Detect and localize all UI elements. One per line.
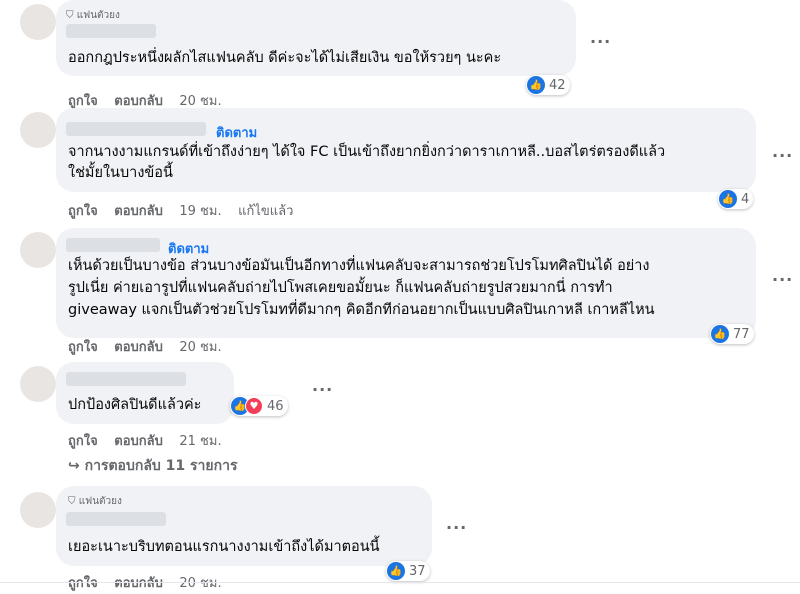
like-button[interactable]: ถูกใจ — [68, 204, 98, 219]
top-fan-badge: ⛉ แฟนตัวยง — [68, 496, 122, 507]
like-reaction-icon: 👍 — [527, 76, 545, 94]
commenter-name[interactable] — [66, 238, 160, 252]
reaction-summary[interactable]: 👍 ♥ 46 — [230, 396, 288, 416]
timestamp[interactable]: 20 ชม. — [179, 576, 221, 591]
reply-button[interactable]: ตอบกลับ — [114, 434, 163, 449]
comment-text: ปกป้องศิลปินดีแล้วค่ะ — [68, 397, 202, 413]
more-options-icon[interactable]: ··· — [312, 380, 333, 399]
top-fan-badge: ⛉ แฟนตัวยง — [66, 10, 120, 21]
like-reaction-icon: 👍 — [711, 325, 729, 343]
comment-actions: ถูกใจ ตอบกลับ 21 ชม. — [68, 430, 234, 451]
comment-text-line: รูปเนี่ย ค่ายเอารูปที่แฟนคลับถ่ายไปโพสเค… — [68, 280, 613, 296]
reaction-count: 42 — [549, 77, 566, 93]
comment-actions: ถูกใจ ตอบกลับ 19 ชม. แก้ไขแล้ว — [68, 200, 305, 221]
more-options-icon[interactable]: ··· — [446, 518, 467, 537]
view-replies-link[interactable]: ↪ การตอบกลับ 11 รายการ — [68, 455, 237, 477]
reaction-summary[interactable]: 👍 4 — [718, 189, 754, 209]
comment-text: ออกกฎประหนึ่งผลักไสแฟนคลับ ดีค่ะจะได้ไม่… — [68, 50, 502, 66]
like-button[interactable]: ถูกใจ — [68, 434, 98, 449]
timestamp[interactable]: 21 ชม. — [179, 434, 221, 449]
reaction-count: 37 — [409, 563, 426, 579]
more-options-icon[interactable]: ··· — [772, 146, 793, 165]
comment-text-line: giveaway แจกเป็นตัวช่วยโปรโมทที่ดีมากๆ ค… — [68, 302, 655, 318]
reaction-count: 46 — [267, 398, 284, 414]
like-button[interactable]: ถูกใจ — [68, 340, 98, 355]
follow-link[interactable]: ติดตาม — [216, 122, 257, 143]
reaction-count: 77 — [733, 326, 750, 342]
reply-button[interactable]: ตอบกลับ — [114, 340, 163, 355]
avatar[interactable] — [20, 112, 56, 148]
reaction-summary[interactable]: 👍 77 — [710, 324, 754, 344]
comment-text-line: ใช่มั้ยในบางข้อนี้ — [68, 165, 173, 181]
reaction-count: 4 — [741, 191, 750, 207]
like-reaction-icon: 👍 — [719, 190, 737, 208]
like-button[interactable]: ถูกใจ — [68, 576, 98, 591]
commenter-name[interactable] — [66, 24, 156, 38]
comment-text-line: จากนางงามแกรนด์ที่เข้าถึงง่ายๆ ได้ใจ FC … — [68, 144, 666, 160]
comment-actions: ถูกใจ ตอบกลับ 20 ชม. — [68, 336, 234, 357]
edited-label: แก้ไขแล้ว — [238, 204, 294, 219]
more-options-icon[interactable]: ··· — [772, 270, 793, 289]
reaction-summary[interactable]: 👍 42 — [526, 75, 570, 95]
timestamp[interactable]: 20 ชม. — [179, 94, 221, 109]
commenter-name[interactable] — [66, 372, 186, 386]
timestamp[interactable]: 19 ชม. — [179, 204, 221, 219]
like-button[interactable]: ถูกใจ — [68, 94, 98, 109]
reaction-summary[interactable]: 👍 37 — [386, 561, 430, 581]
comment-text-line: เห็นด้วยเป็นบางข้อ ส่วนบางข้อมันเป็นอีกท… — [68, 258, 650, 274]
top-fan-badge-icon: ⛉ — [68, 496, 76, 507]
love-reaction-icon: ♥ — [245, 397, 263, 415]
reply-button[interactable]: ตอบกลับ — [114, 204, 163, 219]
avatar[interactable] — [20, 366, 56, 402]
avatar[interactable] — [20, 4, 56, 40]
reply-button[interactable]: ตอบกลับ — [114, 576, 163, 591]
avatar[interactable] — [20, 492, 56, 528]
comment-text: เยอะเนาะบริบทตอนแรกนางงามเข้าถึงได้มาตอน… — [68, 539, 380, 555]
like-reaction-icon: 👍 — [387, 562, 405, 580]
commenter-name[interactable] — [66, 122, 206, 136]
avatar[interactable] — [20, 232, 56, 268]
timestamp[interactable]: 20 ชม. — [179, 340, 221, 355]
top-fan-badge-icon: ⛉ — [66, 10, 74, 21]
divider — [0, 582, 800, 583]
commenter-name[interactable] — [66, 512, 166, 526]
more-options-icon[interactable]: ··· — [590, 32, 611, 51]
reply-button[interactable]: ตอบกลับ — [114, 94, 163, 109]
